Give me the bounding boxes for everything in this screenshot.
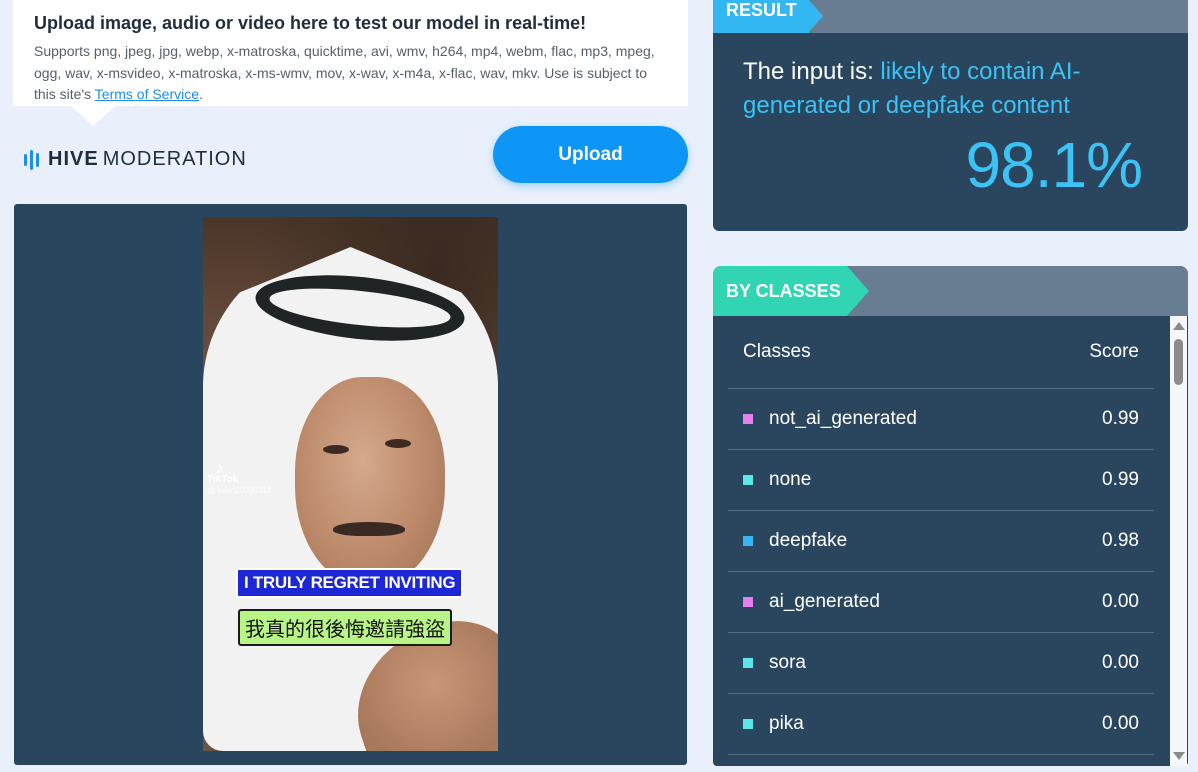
result-tag: RESULT: [713, 0, 823, 33]
hive-moderation-logo: HIVE MODERATION: [24, 148, 247, 171]
video-eye-left: [323, 445, 349, 454]
hive-bars-icon: [24, 149, 39, 170]
verdict-text: The input is: likely to contain AI-gener…: [743, 55, 1163, 123]
class-score: 0.00: [1102, 591, 1139, 612]
terms-of-service-link[interactable]: Terms of Service: [95, 86, 199, 102]
table-row: sora 0.00: [728, 633, 1154, 694]
brand-name-light: MODERATION: [102, 148, 247, 170]
result-score: 98.1%: [965, 129, 1143, 201]
class-name: none: [769, 469, 812, 490]
classes-table-header: Classes Score: [728, 316, 1154, 389]
tos-suffix: .: [199, 86, 203, 102]
classes-header: BY CLASSES: [713, 266, 1188, 316]
class-name: not_ai_generated: [769, 408, 917, 429]
class-score: 0.98: [1102, 530, 1139, 551]
upload-button[interactable]: Upload: [493, 126, 688, 183]
class-color-swatch: [743, 719, 753, 729]
upload-description: Supports png, jpeg, jpg, webp, x-matrosk…: [34, 41, 667, 106]
classes-panel: BY CLASSES Classes Score not_ai_generate…: [713, 266, 1188, 766]
caption-chinese: 我真的很後悔邀請強盜: [238, 609, 452, 646]
class-name: deepfake: [769, 530, 848, 551]
table-row: deepfake 0.98: [728, 511, 1154, 572]
tiktok-username: @ heart20290312: [207, 486, 272, 495]
classes-scrollbar[interactable]: [1170, 316, 1187, 766]
by-classes-tag: BY CLASSES: [713, 266, 869, 316]
scroll-up-arrow-icon[interactable]: [1173, 322, 1185, 330]
result-header: RESULT: [713, 0, 1188, 33]
media-preview-panel: ♪ TikTok @ heart20290312 I TRULY REGRET …: [14, 204, 687, 765]
class-score: 0.00: [1102, 652, 1139, 673]
upload-card: Upload image, audio or video here to tes…: [13, 0, 688, 126]
class-name: sora: [769, 652, 806, 673]
scroll-down-arrow-icon[interactable]: [1173, 752, 1185, 760]
table-row: pika 0.00: [728, 694, 1154, 755]
table-row: not_ai_generated 0.99: [728, 389, 1154, 450]
upload-title: Upload image, audio or video here to tes…: [34, 13, 587, 33]
class-color-swatch: [743, 597, 753, 607]
class-score: 0.99: [1102, 408, 1139, 429]
table-row: ai_generated 0.00: [728, 572, 1154, 633]
uploaded-video-preview[interactable]: ♪ TikTok @ heart20290312 I TRULY REGRET …: [203, 217, 498, 751]
classes-table: Classes Score not_ai_generated 0.99 none…: [728, 316, 1154, 755]
verdict-prefix: The input is:: [743, 58, 881, 85]
result-panel: RESULT The input is: likely to contain A…: [713, 0, 1188, 231]
video-face: [295, 377, 445, 587]
class-name: pika: [769, 713, 804, 734]
class-color-swatch: [743, 414, 753, 424]
column-header-classes: Classes: [743, 341, 811, 362]
caption-english: I TRULY REGRET INVITING: [236, 568, 464, 598]
class-name: ai_generated: [769, 591, 880, 612]
video-mustache: [333, 522, 405, 536]
tiktok-watermark: ♪ TikTok @ heart20290312: [207, 458, 272, 496]
class-score: 0.00: [1102, 713, 1139, 734]
tiktok-icon: ♪: [215, 458, 224, 478]
class-color-swatch: [743, 536, 753, 546]
tiktok-label: TikTok: [207, 474, 239, 485]
scrollbar-thumb[interactable]: [1174, 339, 1183, 385]
class-color-swatch: [743, 658, 753, 668]
table-row: none 0.99: [728, 450, 1154, 511]
brand-name-bold: HIVE: [48, 148, 99, 170]
class-score: 0.99: [1102, 469, 1139, 490]
brand-name: HIVE MODERATION: [48, 148, 247, 171]
class-color-swatch: [743, 475, 753, 485]
video-eye-right: [385, 439, 411, 448]
column-header-score: Score: [1089, 341, 1139, 362]
